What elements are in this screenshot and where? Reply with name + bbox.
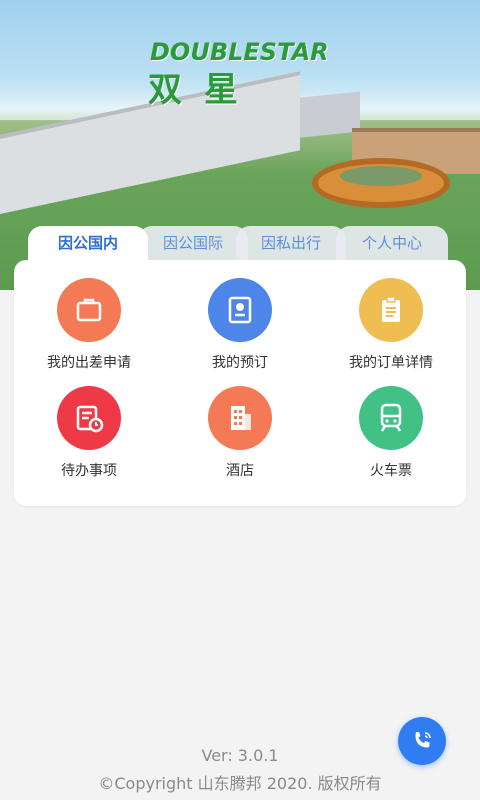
menu-item-order-details[interactable]: 我的订单详情 [316,278,466,372]
menu-card: 我的出差申请 我的预订 我的订单详情 待办事项 酒店 火车票 [14,260,466,506]
menu-item-label: 酒店 [226,463,254,479]
customer-service-call-button[interactable] [398,717,446,765]
menu-item-trip-application[interactable]: 我的出差申请 [14,278,164,372]
menu-item-label: 火车票 [370,463,412,479]
tab-international-business[interactable]: 因公国际 [138,226,248,264]
brand-name-cn: 双星 [148,70,260,110]
menu-item-my-booking[interactable]: 我的预订 [165,278,315,372]
clipboard-icon [359,278,423,342]
reservation-icon [208,278,272,342]
menu-item-hotel[interactable]: 酒店 [165,386,315,480]
tab-personal-center[interactable]: 个人中心 [336,226,448,264]
menu-item-label: 我的预订 [212,355,268,371]
menu-item-label: 我的订单详情 [349,355,433,371]
copyright-text: ©Copyright 山东腾邦 2020. 版权所有 [98,774,382,793]
train-icon [359,386,423,450]
tab-personal-travel[interactable]: 因私出行 [236,226,346,264]
menu-item-train-ticket[interactable]: 火车票 [316,386,466,480]
briefcase-icon [57,278,121,342]
todo-icon [57,386,121,450]
tab-domestic-business[interactable]: 因公国内 [28,226,148,264]
menu-item-label: 待办事项 [61,463,117,479]
hotel-icon [208,386,272,450]
menu-item-label: 我的出差申请 [47,355,131,371]
menu-item-todo[interactable]: 待办事项 [14,386,164,480]
phone-icon [415,732,431,748]
tab-bar: 因公国内 因公国际 因私出行 个人中心 [28,226,448,264]
